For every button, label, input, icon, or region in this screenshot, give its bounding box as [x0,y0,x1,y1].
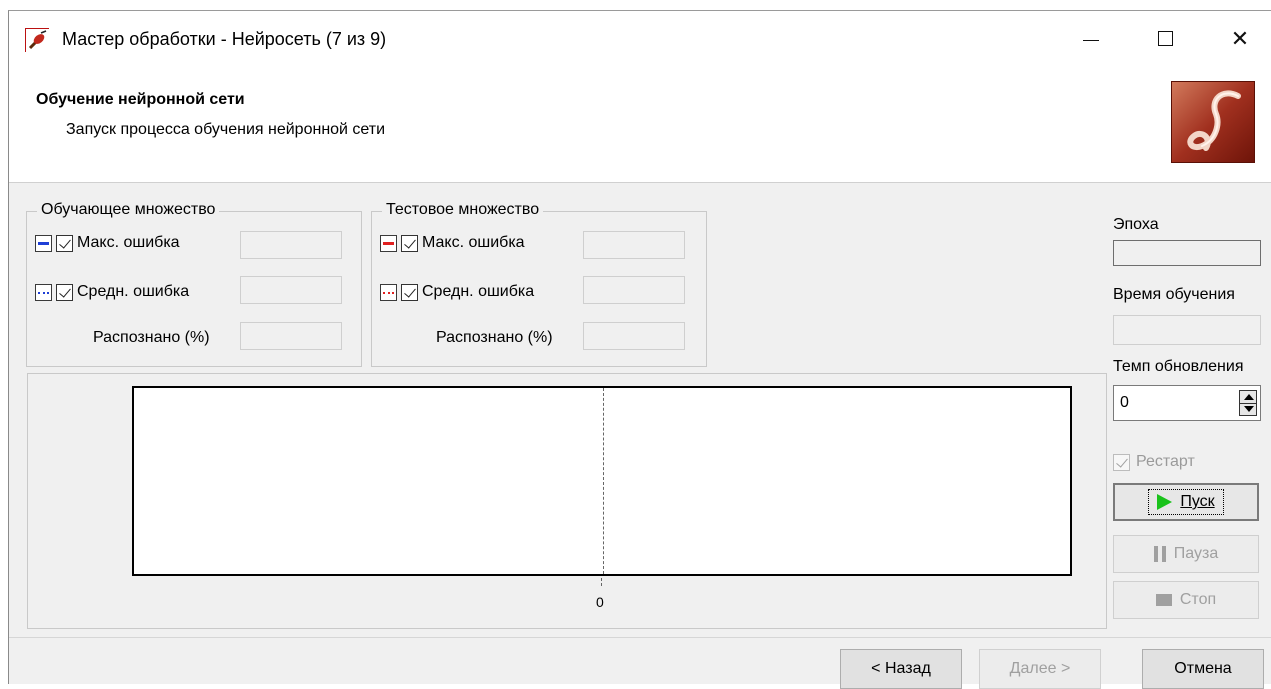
training-max-error-row: Макс. ошибка [35,234,180,252]
test-avg-error-checkbox[interactable] [401,283,418,301]
test-recognized-label: Распознано (%) [436,329,553,346]
update-rate-label: Темп обновления [1113,358,1244,375]
training-avg-error-checkbox[interactable] [56,283,73,301]
test-avg-error-label: Средн. ошибка [422,283,535,300]
title-bar: Мастер обработки - Нейросеть (7 из 9) ✕ [9,11,1271,65]
training-avg-error-field [240,276,342,304]
chart-center-gridline [603,388,604,574]
minimize-button[interactable] [1069,21,1115,57]
restart-checkbox[interactable] [1113,453,1130,471]
deductor-logo-icon [1171,81,1255,163]
test-max-error-row: Макс. ошибка [380,234,525,252]
test-recognized-field [583,322,685,350]
start-button[interactable]: Пуск [1113,483,1259,521]
minimize-icon [1083,40,1099,41]
maximize-icon [1158,31,1173,46]
wizard-header: Обучение нейронной сети Запуск процесса … [9,65,1271,183]
stop-button-label: Стоп [1179,591,1217,608]
blue-solid-line-icon [35,234,52,252]
training-time-field [1113,315,1261,345]
window-title: Мастер обработки - Нейросеть (7 из 9) [62,29,387,49]
epoch-label: Эпоха [1113,216,1159,233]
start-button-inner: Пуск [1148,489,1224,515]
stop-button[interactable]: Стоп [1113,581,1259,619]
epoch-field [1113,240,1261,266]
maximize-button[interactable] [1143,21,1189,57]
start-button-label: Пуск [1180,493,1215,510]
page-title: Обучение нейронной сети [36,91,245,108]
training-set-group: Обучающее множество Макс. ошибка Средн. … [26,201,362,367]
test-max-error-field [583,231,685,259]
blue-dotted-line-icon [35,283,52,301]
update-rate-spinner[interactable]: 0 [1113,385,1261,421]
training-set-label: Обучающее множество [37,201,220,219]
play-icon [1157,494,1173,510]
page-subtitle: Запуск процесса обучения нейронной сети [66,121,386,138]
training-max-error-label: Макс. ошибка [77,234,180,251]
training-recognized-label: Распознано (%) [93,329,210,346]
close-button[interactable]: ✕ [1217,21,1263,57]
footer-separator [9,637,1271,638]
test-avg-error-row: Средн. ошибка [380,283,534,301]
stop-icon [1155,594,1172,606]
red-dotted-line-icon [380,283,397,301]
test-set-group: Тестовое множество Макс. ошибка Средн. о… [371,201,707,367]
cancel-button[interactable]: Отмена [1142,649,1264,689]
test-max-error-label: Макс. ошибка [422,234,525,251]
training-time-label: Время обучения [1113,286,1235,303]
wizard-window: Мастер обработки - Нейросеть (7 из 9) ✕ … [8,10,1271,689]
training-max-error-checkbox[interactable] [56,234,73,252]
update-rate-value: 0 [1120,394,1129,411]
test-recognized-row: Распознано (%) [436,329,553,347]
red-solid-line-icon [380,234,397,252]
chart-x-tick-label: 0 [596,594,604,610]
pause-icon [1153,546,1166,562]
back-button[interactable]: < Назад [840,649,962,689]
training-max-error-field [240,231,342,259]
pause-button-label: Пауза [1173,545,1219,562]
pause-button[interactable]: Пауза [1113,535,1259,573]
spin-divider [1239,403,1257,404]
test-avg-error-field [583,276,685,304]
chart-plot-area [132,386,1072,576]
chart-x-tick [601,578,602,586]
training-recognized-field [240,322,342,350]
training-recognized-row: Распознано (%) [93,329,210,347]
training-chart: 0 [27,373,1107,629]
next-button[interactable]: Далее > [979,649,1101,689]
training-avg-error-row: Средн. ошибка [35,283,189,301]
close-icon: ✕ [1230,26,1250,51]
restart-option: Рестарт [1113,453,1195,471]
app-icon [25,28,50,53]
test-max-error-checkbox[interactable] [401,234,418,252]
restart-label: Рестарт [1136,453,1195,470]
training-avg-error-label: Средн. ошибка [77,283,190,300]
test-set-label: Тестовое множество [382,201,544,219]
